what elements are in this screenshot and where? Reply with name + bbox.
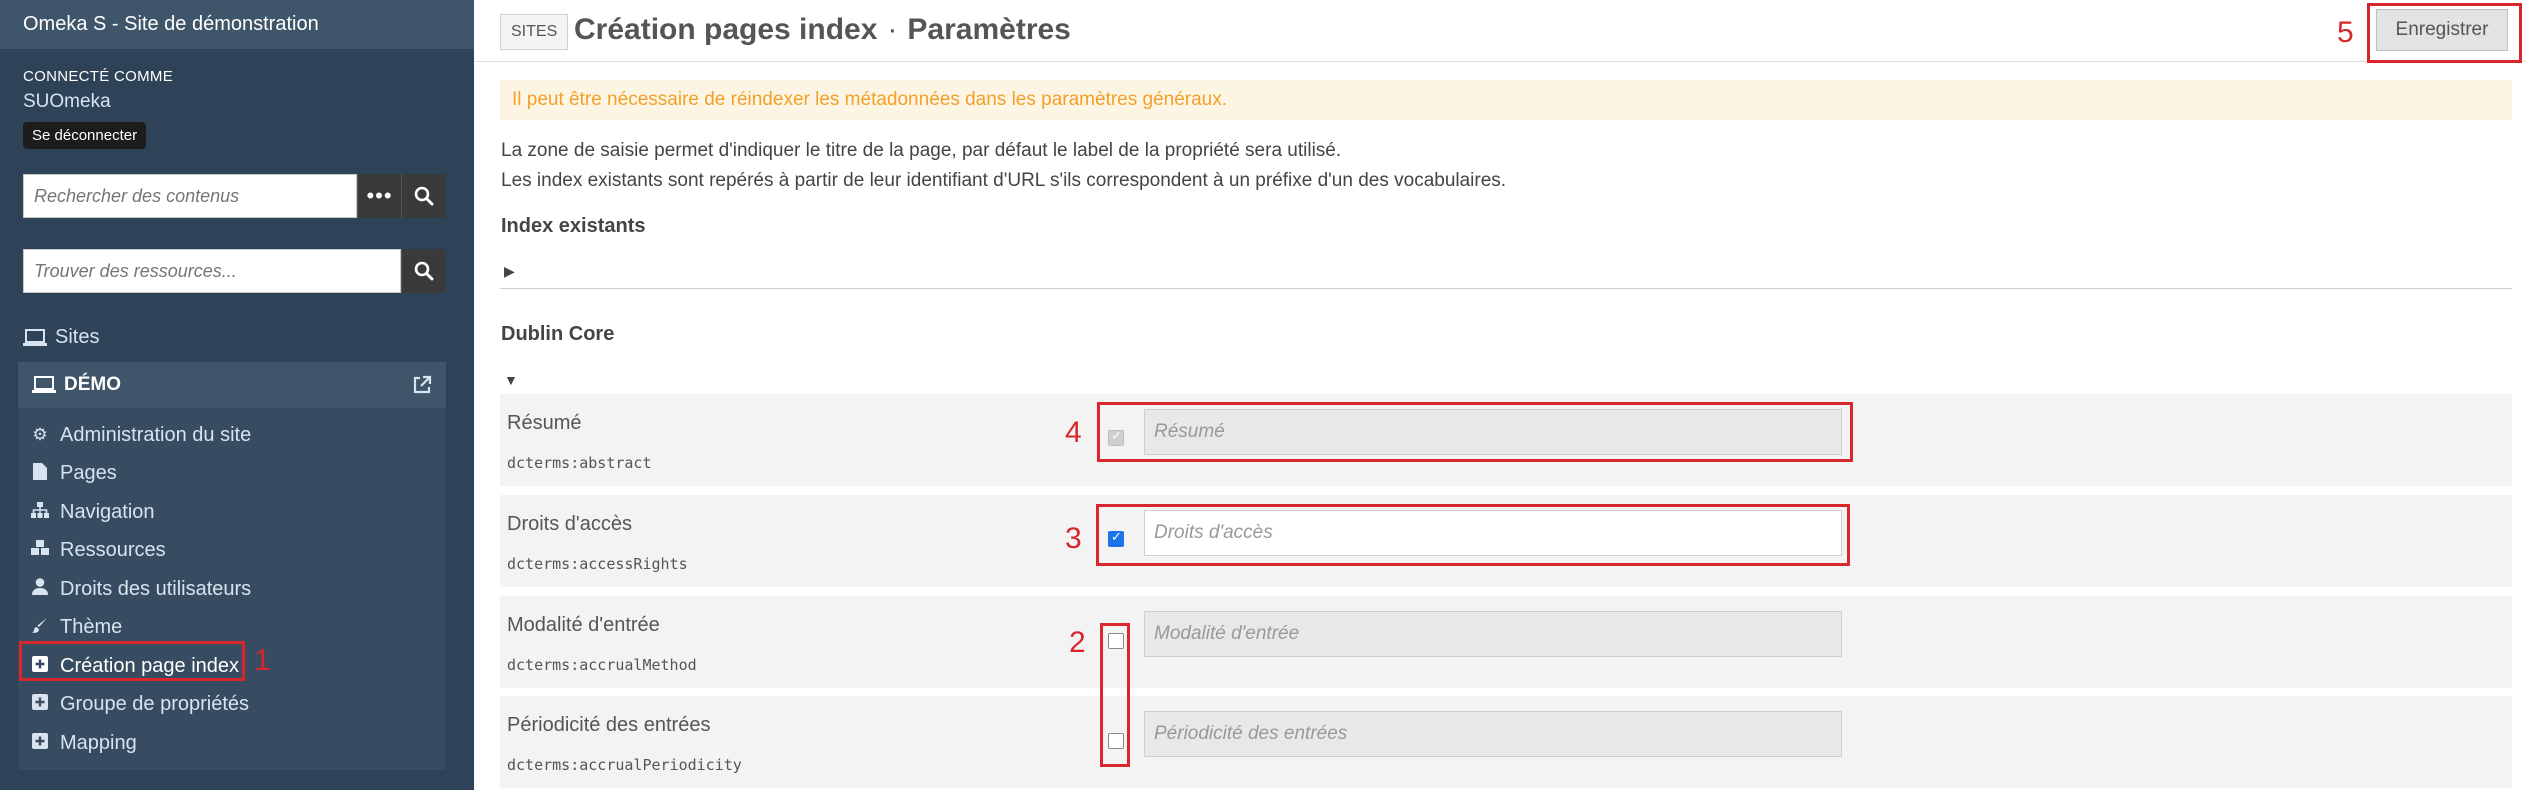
site-name: DÉMO — [64, 374, 121, 395]
field-title-input[interactable]: Modalité d'entrée — [1144, 611, 1842, 657]
search-icon — [414, 186, 433, 206]
search-options-button[interactable]: ••• — [357, 174, 401, 218]
sidebar-item-site-admin[interactable]: ⚙ Administration du site — [18, 416, 446, 455]
brush-icon — [30, 617, 50, 638]
content-search-input[interactable] — [23, 174, 357, 218]
logout-button[interactable]: Se déconnecter — [23, 122, 147, 149]
field-label: Résumé — [507, 412, 582, 434]
existing-index-heading: Index existants — [501, 215, 646, 237]
field-row-accrual-periodicity: Périodicité des entrées dcterms:accrualP… — [500, 696, 2512, 788]
app-title[interactable]: Omeka S - Site de démonstration — [0, 0, 474, 49]
description-line-2: Les index existants sont repérés à parti… — [501, 170, 1507, 191]
page-title-sub: Paramètres — [907, 13, 1071, 46]
field-label: Modalité d'entrée — [507, 614, 660, 636]
user-icon — [30, 578, 50, 600]
sidebar-item-property-groups[interactable]: Groupe de propriétés — [18, 686, 446, 725]
divider — [500, 288, 2512, 289]
nav-sites-label: Sites — [55, 326, 100, 348]
sidebar-item-pages[interactable]: Pages — [18, 455, 446, 494]
sidebar-item-navigation[interactable]: Navigation — [18, 493, 446, 532]
content-search: ••• — [23, 174, 445, 218]
field-term: dcterms:accrualPeriodicity — [507, 756, 742, 774]
sidebar-item-label: Droits des utilisateurs — [60, 577, 252, 600]
field-row-accrual-method: Modalité d'entrée dcterms:accrualMethod … — [500, 596, 2512, 688]
gears-icon: ⚙ — [32, 425, 48, 445]
site-nav-list: ⚙ Administration du site Pages Navigation… — [18, 408, 446, 763]
annotation-number-3: 3 — [1065, 522, 1082, 555]
sidebar-item-label: Groupe de propriétés — [60, 693, 250, 716]
user-name[interactable]: SUOmeka — [23, 91, 451, 113]
annotation-number-2: 2 — [1069, 626, 1086, 659]
sidebar-item-label: Thème — [60, 616, 123, 639]
sidebar-item-resources[interactable]: Ressources — [18, 532, 446, 571]
file-icon — [30, 462, 50, 485]
description-line-1: La zone de saisie permet d'indiquer le t… — [501, 140, 1342, 161]
title-separator: · — [887, 13, 898, 46]
annotation-number-4: 4 — [1065, 416, 1082, 449]
annotation-number-1: 1 — [254, 644, 271, 677]
field-term: dcterms:abstract — [507, 454, 652, 472]
field-label: Périodicité des entrées — [507, 714, 711, 736]
annotation-number-5: 5 — [2337, 16, 2354, 49]
nav-sites-link[interactable]: Sites — [23, 326, 99, 349]
sidebar-item-user-rights[interactable]: Droits des utilisateurs — [18, 570, 446, 609]
page-title-main: Création pages index — [574, 13, 878, 46]
page-title: Création pages index · Paramètres — [574, 13, 1071, 47]
resource-search-button[interactable] — [401, 249, 445, 293]
sitemap-icon — [30, 501, 50, 523]
laptop-icon — [32, 376, 56, 393]
site-panel: DÉMO ⚙ Administration du site Pages Navig… — [18, 362, 446, 770]
logged-in-caption: CONNECTÉ COMME — [23, 68, 174, 85]
caret-right-icon[interactable]: ▶ — [504, 263, 515, 280]
sidebar-item-mapping[interactable]: Mapping — [18, 724, 446, 763]
reindex-alert: Il peut être nécessaire de réindexer les… — [500, 80, 2512, 120]
laptop-icon — [23, 328, 47, 346]
main-content: SITES Création pages index · Paramètres En… — [474, 0, 2526, 790]
sidebar-item-label: Ressources — [60, 539, 166, 562]
annotation-box-2 — [1100, 623, 1130, 767]
field-term: dcterms:accrualMethod — [507, 656, 697, 674]
annotation-box-5 — [2367, 3, 2522, 63]
annotation-box-1 — [19, 641, 245, 681]
sidebar-item-label: Administration du site — [60, 423, 252, 446]
cubes-icon — [30, 540, 50, 561]
breadcrumb[interactable]: SITES — [500, 14, 569, 50]
sidebar-item-label: Navigation — [60, 500, 155, 523]
search-icon — [414, 261, 433, 281]
page-header: SITES Création pages index · Paramètres En… — [474, 0, 2526, 62]
field-label: Droits d'accès — [507, 513, 632, 535]
content-search-button[interactable] — [401, 174, 445, 218]
resource-search — [23, 249, 445, 293]
field-title-input[interactable]: Périodicité des entrées — [1144, 711, 1842, 757]
ellipsis-icon: ••• — [366, 183, 393, 208]
field-term: dcterms:accessRights — [507, 555, 688, 573]
plus-square-icon — [30, 694, 50, 715]
sidebar-item-label: Mapping — [60, 731, 137, 754]
annotation-box-3 — [1096, 504, 1850, 566]
resource-search-input[interactable] — [23, 249, 401, 293]
annotation-box-4 — [1097, 402, 1853, 462]
caret-down-icon[interactable]: ▼ — [504, 372, 518, 388]
sidebar-item-label: Pages — [60, 462, 117, 485]
external-link-icon[interactable] — [412, 375, 432, 395]
user-block: CONNECTÉ COMME SUOmeka Se déconnecter — [0, 49, 474, 149]
site-header[interactable]: DÉMO — [18, 362, 446, 408]
dublin-core-heading: Dublin Core — [501, 323, 615, 345]
plus-square-icon — [30, 732, 50, 754]
